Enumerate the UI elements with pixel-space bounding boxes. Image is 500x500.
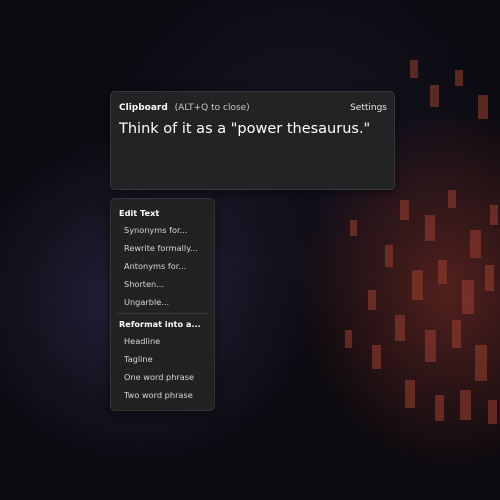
menu-item-one-word-phrase[interactable]: One word phrase <box>124 372 194 382</box>
close-shortcut-hint: (ALT+Q to close) <box>174 103 250 113</box>
menu-item-rewrite-formally[interactable]: Rewrite formally... <box>124 243 198 253</box>
menu-item-shorten[interactable]: Shorten... <box>124 279 164 289</box>
section-reformat: Reformat into a... <box>119 319 201 329</box>
menu-item-ungarble[interactable]: Ungarble... <box>124 297 169 307</box>
action-menu: Edit Text Synonyms for... Rewrite formal… <box>110 198 215 411</box>
menu-item-tagline[interactable]: Tagline <box>124 354 153 364</box>
clipboard-content[interactable]: Think of it as a "power thesaurus." <box>119 121 370 137</box>
menu-item-headline[interactable]: Headline <box>124 336 160 346</box>
menu-item-synonyms[interactable]: Synonyms for... <box>124 225 187 235</box>
clipboard-panel: Clipboard (ALT+Q to close) Settings Thin… <box>110 91 395 190</box>
clipboard-title: Clipboard <box>119 103 168 113</box>
settings-button[interactable]: Settings <box>350 103 387 113</box>
section-edit-text: Edit Text <box>119 208 160 218</box>
clipboard-header: Clipboard (ALT+Q to close) Settings <box>119 103 387 117</box>
background-pattern <box>345 60 498 424</box>
menu-item-two-word-phrase[interactable]: Two word phrase <box>124 390 193 400</box>
menu-item-antonyms[interactable]: Antonyms for... <box>124 261 186 271</box>
menu-divider <box>117 313 208 314</box>
